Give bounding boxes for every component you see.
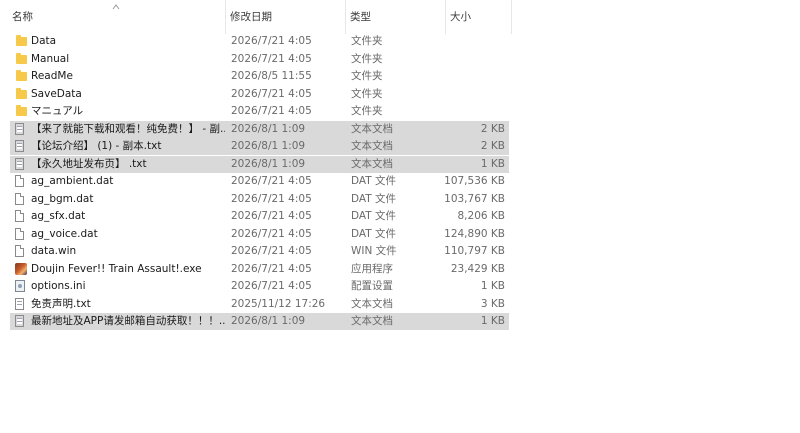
file-row[interactable]: SaveData 2026/7/21 4:05 文件夹 bbox=[10, 86, 509, 103]
file-name: 【论坛介绍】 (1) - 副本.txt bbox=[31, 140, 162, 152]
folder-icon bbox=[16, 87, 27, 99]
file-size: 110,797 KB bbox=[444, 245, 505, 257]
file-row[interactable]: Doujin Fever!! Train Assault!.exe 2026/7/… bbox=[10, 261, 509, 278]
file-modified-date: 2026/8/1 1:09 bbox=[231, 315, 306, 327]
file-name: ag_ambient.dat bbox=[31, 175, 114, 187]
file-modified-date: 2026/7/21 4:05 bbox=[231, 192, 312, 205]
file-modified-date: 2026/7/21 4:05 bbox=[231, 87, 312, 100]
file-row[interactable]: ag_voice.dat 2026/7/21 4:05 DAT 文件 124,890 … bbox=[10, 226, 509, 243]
column-header-type[interactable]: 类型 bbox=[346, 0, 446, 34]
application-icon bbox=[15, 262, 27, 275]
file-row[interactable]: ag_sfx.dat 2026/7/21 4:05 DAT 文件 8,206 KB bbox=[10, 208, 509, 225]
column-header-bar: 名称 修改日期 类型 大小 bbox=[0, 0, 800, 34]
file-size: 1 KB bbox=[480, 280, 505, 292]
file-name: SaveData bbox=[31, 87, 82, 100]
file-row[interactable]: 【来了就能下载和观看！纯免费！】 - 副... 2026/8/1 1:09 文本文档… bbox=[10, 120, 509, 138]
file-size: 8,206 KB bbox=[457, 210, 506, 222]
file-name: ag_sfx.dat bbox=[31, 210, 86, 222]
file-row[interactable]: data.win 2026/7/21 4:05 WIN 文件 110,797 KB bbox=[10, 243, 509, 260]
file-modified-date: 2026/8/1 1:09 bbox=[231, 122, 306, 135]
file-size: 107,536 KB bbox=[444, 175, 505, 187]
file-name: ReadMe bbox=[31, 70, 73, 82]
file-size: 1 KB bbox=[480, 315, 505, 327]
file-modified-date: 2026/7/21 4:05 bbox=[231, 262, 312, 275]
file-modified-date: 2026/7/21 4:05 bbox=[231, 210, 312, 222]
config-file-icon bbox=[15, 280, 25, 292]
text-document-icon bbox=[15, 140, 24, 152]
file-icon bbox=[15, 210, 24, 222]
file-name: ag_bgm.dat bbox=[31, 192, 94, 205]
file-row[interactable]: ag_ambient.dat 2026/7/21 4:05 DAT 文件 107,53… bbox=[10, 173, 509, 190]
file-modified-date: 2025/11/12 17:26 bbox=[231, 297, 326, 310]
file-icon bbox=[15, 245, 24, 257]
file-row[interactable]: 免责声明.txt 2025/11/12 17:26 文本文档 3 KB bbox=[10, 296, 509, 313]
file-row[interactable]: 【永久地址发布页】 .txt 2026/8/1 1:09 文本文档 1 KB bbox=[10, 155, 509, 173]
text-document-icon bbox=[15, 315, 24, 327]
file-size: 1 KB bbox=[480, 157, 505, 170]
file-name: 【永久地址发布页】 .txt bbox=[31, 157, 147, 170]
file-modified-date: 2026/8/1 1:09 bbox=[231, 140, 306, 152]
file-icon bbox=[15, 227, 24, 240]
file-row[interactable]: ReadMe 2026/8/5 11:55 文件夹 bbox=[10, 68, 509, 85]
text-document-icon bbox=[15, 157, 24, 170]
folder-icon bbox=[16, 52, 27, 64]
file-row[interactable]: ag_bgm.dat 2026/7/21 4:05 DAT 文件 103,767 KB bbox=[10, 191, 509, 208]
file-modified-date: 2026/7/21 4:05 bbox=[231, 245, 312, 257]
folder-icon bbox=[16, 70, 27, 81]
file-size: 23,429 KB bbox=[450, 262, 505, 275]
file-modified-date: 2026/7/21 4:05 bbox=[231, 105, 312, 117]
file-modified-date: 2026/8/1 1:09 bbox=[231, 157, 306, 170]
file-name: data.win bbox=[31, 245, 77, 257]
file-modified-date: 2026/7/21 4:05 bbox=[231, 175, 312, 187]
file-size: 2 KB bbox=[480, 122, 505, 135]
file-row[interactable]: 最新地址及APP请发邮箱自动获取！！！... 2026/8/1 1:09 文本文档 1… bbox=[10, 313, 509, 330]
folder-icon bbox=[16, 35, 27, 46]
file-name: 免责声明.txt bbox=[31, 297, 91, 310]
file-size: 3 KB bbox=[480, 297, 505, 310]
file-row[interactable]: Manual 2026/7/21 4:05 文件夹 bbox=[10, 51, 509, 68]
text-document-icon bbox=[15, 297, 24, 310]
file-size bbox=[425, 103, 505, 120]
file-size: 2 KB bbox=[480, 140, 505, 152]
file-name: ag_voice.dat bbox=[31, 227, 98, 240]
file-size bbox=[425, 33, 505, 50]
text-document-icon bbox=[15, 122, 24, 135]
sort-ascending-icon bbox=[112, 4, 120, 10]
file-name: options.ini bbox=[31, 280, 86, 292]
file-name: Manual bbox=[31, 52, 70, 65]
file-modified-date: 2026/7/21 4:05 bbox=[231, 227, 312, 240]
file-size bbox=[425, 51, 505, 68]
file-name: マニュアル bbox=[31, 105, 84, 117]
file-row[interactable]: options.ini 2026/7/21 4:05 配置设置 1 KB bbox=[10, 278, 509, 295]
file-name: 【来了就能下载和观看！纯免费！】 - 副... bbox=[31, 122, 225, 135]
column-header-size[interactable]: 大小 bbox=[446, 0, 512, 34]
file-size: 124,890 KB bbox=[444, 227, 505, 240]
file-row[interactable]: マニュアル 2026/7/21 4:05 文件夹 bbox=[10, 103, 509, 120]
file-size: 103,767 KB bbox=[444, 192, 505, 205]
file-modified-date: 2026/8/5 11:55 bbox=[231, 70, 312, 82]
file-name: Data bbox=[31, 35, 57, 47]
file-size bbox=[425, 68, 505, 85]
file-modified-date: 2026/7/21 4:05 bbox=[231, 35, 312, 47]
file-name: 最新地址及APP请发邮箱自动获取！！！... bbox=[31, 315, 225, 327]
file-icon bbox=[15, 175, 24, 187]
column-header-date[interactable]: 修改日期 bbox=[226, 0, 346, 34]
file-row[interactable]: 【论坛介绍】 (1) - 副本.txt 2026/8/1 1:09 文本文档 2 KB bbox=[10, 138, 509, 155]
file-size bbox=[425, 86, 505, 103]
file-modified-date: 2026/7/21 4:05 bbox=[231, 280, 312, 292]
file-name: Doujin Fever!! Train Assault!.exe bbox=[31, 262, 202, 275]
file-modified-date: 2026/7/21 4:05 bbox=[231, 52, 312, 65]
file-icon bbox=[15, 192, 24, 205]
folder-icon bbox=[16, 105, 27, 116]
file-row[interactable]: Data 2026/7/21 4:05 文件夹 bbox=[10, 33, 509, 50]
